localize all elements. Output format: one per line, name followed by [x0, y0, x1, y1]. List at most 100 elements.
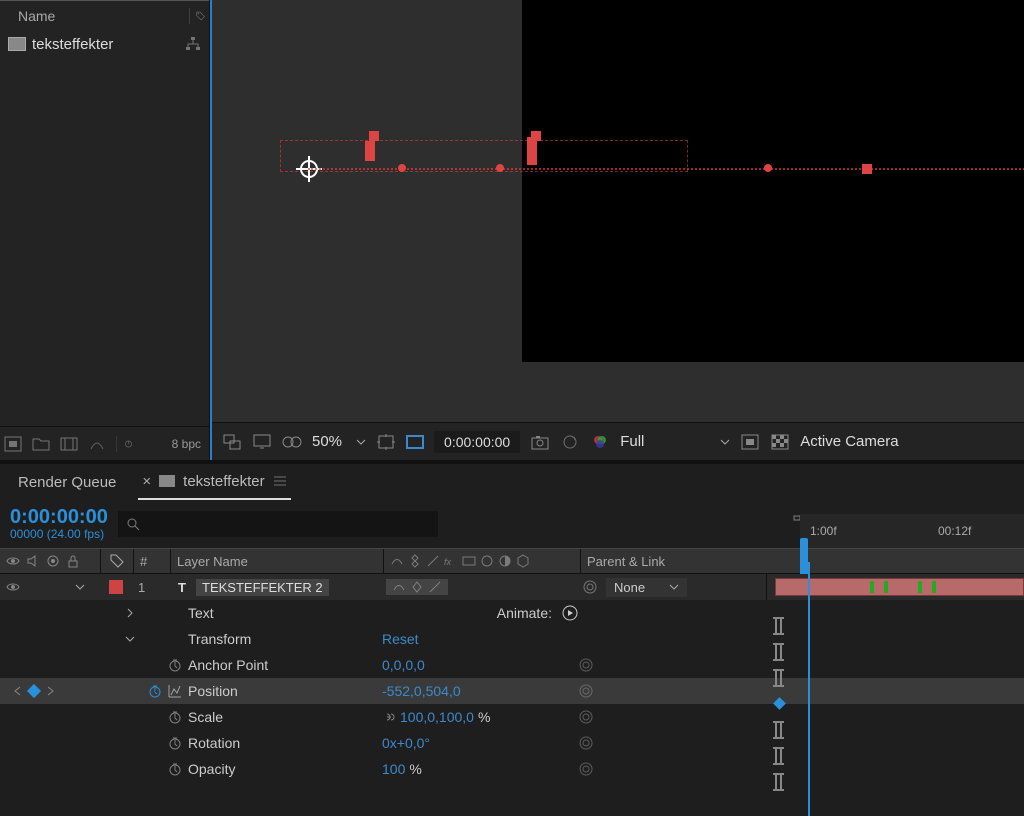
- expression-pickwhip-icon[interactable]: [578, 657, 594, 673]
- property-value[interactable]: 100,0,100,0%: [382, 709, 578, 725]
- tab-composition[interactable]: × teksteffekter: [138, 465, 290, 500]
- magnification-icon[interactable]: [222, 433, 242, 451]
- next-keyframe-icon[interactable]: [45, 686, 55, 696]
- eye-icon[interactable]: [6, 554, 20, 568]
- tab-menu-icon[interactable]: [273, 475, 287, 487]
- reset-link[interactable]: Reset: [382, 631, 578, 647]
- snapshot-icon[interactable]: [530, 433, 550, 451]
- animate-menu-icon[interactable]: [562, 605, 578, 621]
- add-keyframe-icon[interactable]: [27, 684, 41, 698]
- path-keyframe-dot[interactable]: [764, 164, 772, 172]
- bpc-label[interactable]: 8 bpc: [172, 437, 201, 451]
- viewer-canvas[interactable]: [212, 0, 1024, 422]
- property-rotation[interactable]: Rotation 0x+0,0°: [0, 730, 1024, 756]
- property-value[interactable]: -552,0,504,0: [382, 683, 578, 699]
- property-group-text[interactable]: Text Animate:: [0, 600, 1024, 626]
- frame-blend-switch-icon[interactable]: [462, 554, 476, 568]
- roi-toggle-icon[interactable]: [740, 433, 760, 451]
- current-time-display[interactable]: 0:00:00:00 00000 (24.00 fps): [10, 507, 108, 541]
- new-comp-icon[interactable]: [60, 436, 78, 452]
- region-of-interest-icon[interactable]: [406, 435, 424, 449]
- property-position[interactable]: Position -552,0,504,0: [0, 678, 1024, 704]
- layer-row[interactable]: 1 T TEKSTEFFEKTER 2 None: [0, 574, 1024, 600]
- current-time-indicator-line[interactable]: [808, 562, 810, 816]
- path-end-handle[interactable]: [862, 164, 872, 174]
- property-value[interactable]: 0,0,0,0: [382, 657, 578, 673]
- parent-column[interactable]: Parent & Link: [581, 549, 771, 573]
- pickwhip-icon[interactable]: [582, 579, 598, 595]
- property-value[interactable]: 100%: [382, 761, 578, 777]
- settings-icon[interactable]: [88, 436, 106, 452]
- resolution-dropdown[interactable]: Full: [620, 433, 730, 450]
- fx-switch-icon[interactable]: fx: [444, 554, 458, 568]
- twirl-down-icon[interactable]: [74, 581, 86, 593]
- tab-label: teksteffekter: [183, 473, 264, 490]
- stopwatch-icon[interactable]: [168, 710, 182, 724]
- flowchart-icon[interactable]: [185, 36, 201, 52]
- expression-pickwhip-icon[interactable]: [578, 761, 594, 777]
- parent-dropdown[interactable]: None: [606, 578, 687, 597]
- motion-blur-switch-icon[interactable]: [480, 554, 494, 568]
- active-view-dropdown[interactable]: Active Camera: [800, 433, 898, 450]
- motion-path[interactable]: [308, 168, 1024, 170]
- channels-icon[interactable]: [590, 433, 610, 451]
- adjustment-switch-icon[interactable]: [498, 554, 512, 568]
- twirl-right-icon[interactable]: [124, 607, 136, 619]
- project-column-name[interactable]: Name: [4, 8, 181, 24]
- transparency-grid-icon[interactable]: [770, 433, 790, 451]
- constrain-proportions-icon[interactable]: [382, 710, 396, 724]
- tab-render-queue[interactable]: Render Queue: [14, 466, 120, 499]
- 3d-switch-icon[interactable]: [516, 554, 530, 568]
- monitor-icon[interactable]: [252, 433, 272, 451]
- collapse-switch-icon[interactable]: [410, 580, 424, 594]
- mask-visibility-icon[interactable]: [282, 433, 302, 451]
- timeline-columns-header: # Layer Name fx Parent & Link: [0, 548, 1024, 574]
- tag-icon: [110, 554, 124, 568]
- show-snapshot-icon[interactable]: [560, 433, 580, 451]
- project-item[interactable]: teksteffekter: [0, 30, 209, 58]
- safe-zones-icon[interactable]: [376, 433, 396, 451]
- twirl-down-icon[interactable]: [124, 633, 136, 645]
- tag-icon[interactable]: [189, 8, 205, 24]
- speaker-icon[interactable]: [26, 554, 40, 568]
- property-group-transform[interactable]: Transform Reset: [0, 626, 1024, 652]
- prev-keyframe-icon[interactable]: [13, 686, 23, 696]
- visibility-toggle[interactable]: [6, 580, 20, 594]
- stopwatch-icon[interactable]: [168, 736, 182, 750]
- folder-icon[interactable]: [32, 436, 50, 452]
- layer-search-input[interactable]: [118, 511, 438, 537]
- collapse-switch-icon[interactable]: [408, 554, 422, 568]
- stopwatch-icon[interactable]: [168, 658, 182, 672]
- time-ruler[interactable]: 1:00f 00:12f: [800, 514, 1024, 548]
- stopwatch-icon[interactable]: [168, 762, 182, 776]
- property-value[interactable]: 0x+0,0°: [382, 735, 578, 751]
- layer-name-column[interactable]: Layer Name: [171, 549, 383, 573]
- zoom-dropdown[interactable]: 50%: [312, 433, 366, 450]
- value-graph-icon[interactable]: [168, 684, 182, 698]
- index-column[interactable]: #: [134, 549, 170, 573]
- shy-switch-icon[interactable]: [392, 580, 406, 594]
- expression-pickwhip-icon[interactable]: [578, 683, 594, 699]
- path-keyframe-dot[interactable]: [496, 164, 504, 172]
- mask-square-icon[interactable]: [4, 436, 22, 452]
- layer-name[interactable]: TEKSTEFFEKTER 2: [196, 579, 329, 596]
- quality-switch-icon[interactable]: [428, 580, 442, 594]
- property-opacity[interactable]: Opacity 100%: [0, 756, 1024, 782]
- expression-pickwhip-icon[interactable]: [578, 709, 594, 725]
- lock-icon[interactable]: [66, 554, 80, 568]
- label-column[interactable]: [101, 549, 133, 573]
- layer-color-label[interactable]: [109, 580, 123, 594]
- power-icon[interactable]: [116, 436, 134, 452]
- keyframe-navigator[interactable]: [0, 686, 68, 696]
- solo-icon[interactable]: [46, 554, 60, 568]
- expression-pickwhip-icon[interactable]: [578, 735, 594, 751]
- property-scale[interactable]: Scale 100,0,100,0%: [0, 704, 1024, 730]
- stopwatch-icon[interactable]: [148, 684, 162, 698]
- path-keyframe-dot[interactable]: [398, 164, 406, 172]
- property-anchor-point[interactable]: Anchor Point 0,0,0,0: [0, 652, 1024, 678]
- layer-duration-bar[interactable]: [775, 578, 1024, 596]
- close-icon[interactable]: ×: [142, 473, 151, 490]
- shy-switch-icon[interactable]: [390, 554, 404, 568]
- viewer-timecode[interactable]: 0:00:00:00: [434, 431, 520, 453]
- quality-switch-icon[interactable]: [426, 554, 440, 568]
